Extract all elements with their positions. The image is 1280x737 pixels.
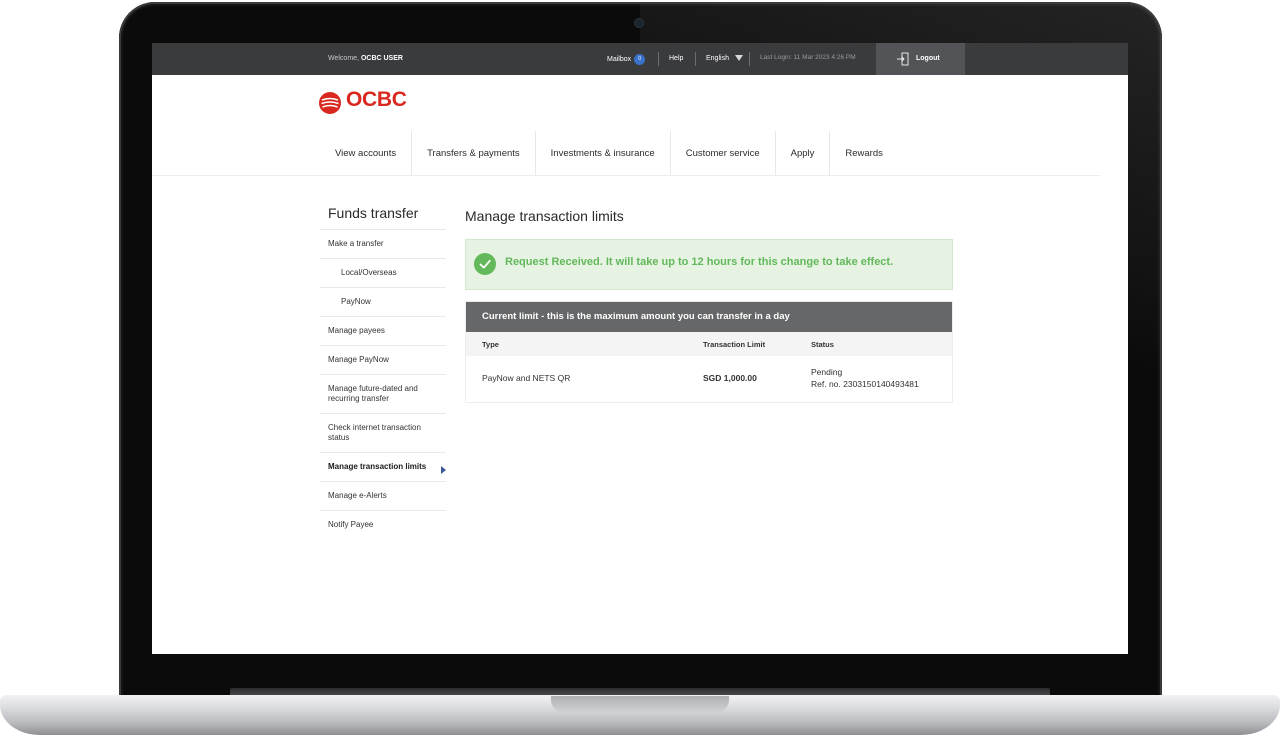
nav-customer-service[interactable]: Customer service: [671, 131, 776, 175]
sidebar-item-notify-payee[interactable]: Notify Payee: [320, 510, 446, 539]
sidebar-item-manage-transaction-limits[interactable]: Manage transaction limits: [320, 452, 446, 481]
sidebar-title: Funds transfer: [328, 205, 419, 221]
sidebar-item-manage-e-alerts[interactable]: Manage e-Alerts: [320, 481, 446, 510]
sidebar-item-make-a-transfer[interactable]: Make a transfer: [320, 229, 446, 258]
divider: [658, 52, 659, 66]
welcome-text: Welcome, OCBC USER: [328, 55, 403, 62]
ocbc-emblem-icon: [319, 92, 341, 114]
mailbox-link[interactable]: Mailbox 0: [607, 54, 646, 65]
ocbc-logo[interactable]: OCBC: [318, 88, 407, 115]
table-column-headers: Type Transaction Limit Status: [466, 332, 952, 356]
active-arrow-icon: [441, 466, 446, 474]
table-row: PayNow and NETS QR SGD 1,000.00 Pending …: [466, 356, 952, 401]
row-status: Pending: [811, 367, 843, 377]
top-utility-bar: Welcome, OCBC USER Mailbox 0 Help Englis…: [152, 43, 1128, 75]
row-limit: SGD 1,000.00: [703, 373, 757, 383]
laptop-notch: [551, 696, 729, 712]
last-login-text: Last Login: 11 Mar 2023 4:26 PM: [760, 54, 856, 61]
transaction-limits-table: Current limit - this is the maximum amou…: [465, 301, 953, 403]
row-reference: Ref. no. 2303150140493481: [811, 379, 919, 389]
logout-icon: [897, 52, 909, 66]
language-select[interactable]: English: [706, 55, 743, 62]
nav-view-accounts[interactable]: View accounts: [320, 131, 413, 175]
nav-divider: [152, 175, 1100, 176]
sidebar-item-manage-payees[interactable]: Manage payees: [320, 316, 446, 345]
logout-button[interactable]: Logout: [876, 43, 965, 75]
mailbox-count-badge: 0: [634, 54, 646, 65]
column-status: Status: [811, 340, 834, 349]
row-type: PayNow and NETS QR: [482, 373, 571, 383]
sidebar-item-paynow[interactable]: PayNow: [320, 287, 446, 316]
sidebar-item-manage-paynow[interactable]: Manage PayNow: [320, 345, 446, 374]
success-alert: Request Received. It will take up to 12 …: [465, 239, 953, 290]
mailbox-label: Mailbox: [607, 56, 632, 63]
check-circle-icon: [474, 253, 496, 275]
sidebar-item-label: Manage transaction limits: [328, 462, 427, 471]
main-nav: View accounts Transfers & payments Inves…: [320, 131, 898, 175]
column-type: Type: [482, 340, 499, 349]
help-link[interactable]: Help: [669, 55, 683, 62]
logout-label: Logout: [916, 55, 940, 62]
divider: [749, 52, 750, 66]
sidebar-item-future-dated-transfer[interactable]: Manage future-dated and recurring transf…: [320, 374, 446, 413]
table-header: Current limit - this is the maximum amou…: [466, 302, 952, 332]
welcome-prefix: Welcome,: [328, 55, 361, 62]
nav-rewards[interactable]: Rewards: [830, 131, 898, 175]
browser-screen: Welcome, OCBC USER Mailbox 0 Help Englis…: [152, 43, 1128, 654]
nav-apply[interactable]: Apply: [776, 131, 831, 175]
sidebar-item-local-overseas[interactable]: Local/Overseas: [320, 258, 446, 287]
username: OCBC USER: [360, 55, 403, 62]
language-value: English: [706, 55, 729, 62]
sidebar-menu: Make a transfer Local/Overseas PayNow Ma…: [320, 229, 446, 539]
chevron-down-icon: [734, 55, 743, 61]
page-title: Manage transaction limits: [465, 208, 624, 224]
nav-investments-insurance[interactable]: Investments & insurance: [536, 131, 671, 175]
sidebar-item-check-transaction-status[interactable]: Check internet transaction status: [320, 413, 446, 452]
column-transaction-limit: Transaction Limit: [703, 340, 766, 349]
divider: [695, 52, 696, 66]
nav-transfers-payments[interactable]: Transfers & payments: [412, 131, 536, 175]
alert-message: Request Received. It will take up to 12 …: [505, 256, 894, 268]
logo-wordmark: OCBC: [346, 88, 407, 111]
webcam: [635, 19, 643, 27]
